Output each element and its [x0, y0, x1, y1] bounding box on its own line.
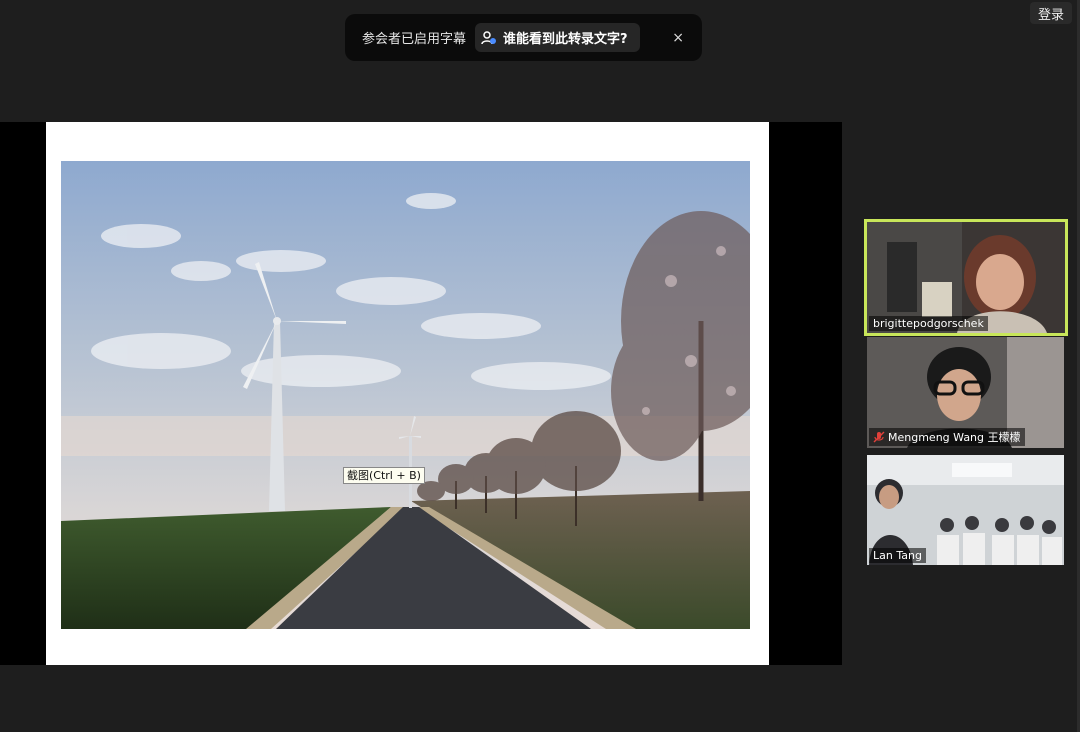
caption-notification-text: 参会者已启用字幕	[362, 32, 467, 47]
screenshot-tooltip: 截图(Ctrl + B)	[343, 467, 425, 484]
wind-turbine-photo	[61, 161, 750, 629]
who-can-see-transcript-label: 谁能看到此转录文字?	[503, 32, 628, 47]
participant-name: Lan Tang	[873, 549, 922, 562]
participant-name-tag: Lan Tang	[869, 548, 926, 563]
presentation-slide	[46, 122, 769, 665]
participant-name: Mengmeng Wang 王檬檬	[888, 431, 1021, 444]
shared-screen[interactable]	[0, 122, 842, 665]
person-icon	[481, 30, 497, 46]
video-tile-mengmeng-wang[interactable]: Mengmeng Wang 王檬檬	[867, 337, 1064, 448]
video-tile-lan-tang[interactable]: Lan Tang	[867, 455, 1064, 565]
signin-button[interactable]: 登录	[1030, 2, 1072, 24]
mic-muted-icon	[873, 431, 885, 443]
close-icon[interactable]: ×	[668, 28, 688, 48]
participant-name-tag: brigittepodgorschek	[869, 316, 988, 331]
participant-name-tag: Mengmeng Wang 王檬檬	[869, 428, 1025, 446]
participant-name: brigittepodgorschek	[873, 317, 984, 330]
video-tile-brigittepodgorschek[interactable]: brigittepodgorschek	[864, 219, 1068, 336]
who-can-see-transcript-button[interactable]: 谁能看到此转录文字?	[475, 23, 640, 52]
caption-notification: 参会者已启用字幕 谁能看到此转录文字? ×	[345, 14, 702, 61]
